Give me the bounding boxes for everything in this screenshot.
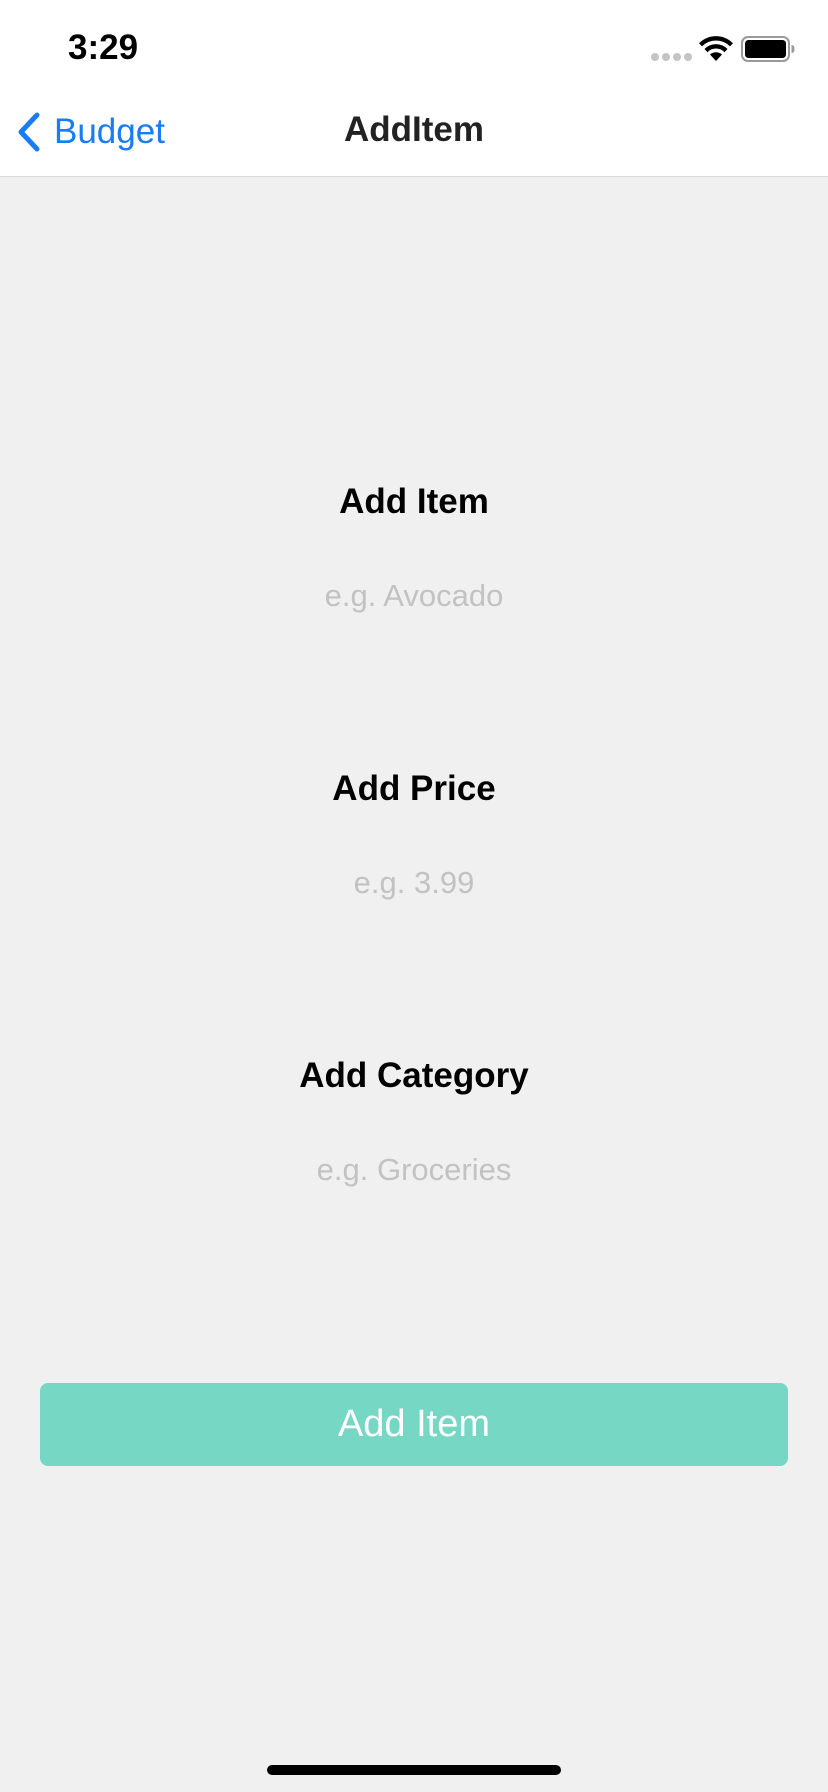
status-time: 3:29 — [68, 28, 139, 67]
battery-icon — [741, 36, 795, 62]
item-field-label: Add Item — [339, 482, 489, 521]
item-name-input[interactable] — [114, 571, 714, 621]
add-item-button[interactable]: Add Item — [40, 1383, 788, 1466]
status-bar: 3:29 — [0, 0, 828, 88]
signal-dots-icon — [651, 53, 692, 61]
page-title: AddItem — [344, 110, 484, 149]
wifi-icon — [699, 36, 733, 61]
category-field-label: Add Category — [299, 1056, 529, 1095]
navigation-bar: Budget AddItem — [0, 88, 828, 177]
add-item-screen: 3:29 Budget AddItem Add Item Add Price A… — [0, 0, 828, 1792]
category-input[interactable] — [114, 1145, 714, 1195]
price-field-label: Add Price — [332, 769, 496, 808]
price-input[interactable] — [114, 858, 714, 908]
home-indicator — [267, 1765, 561, 1775]
